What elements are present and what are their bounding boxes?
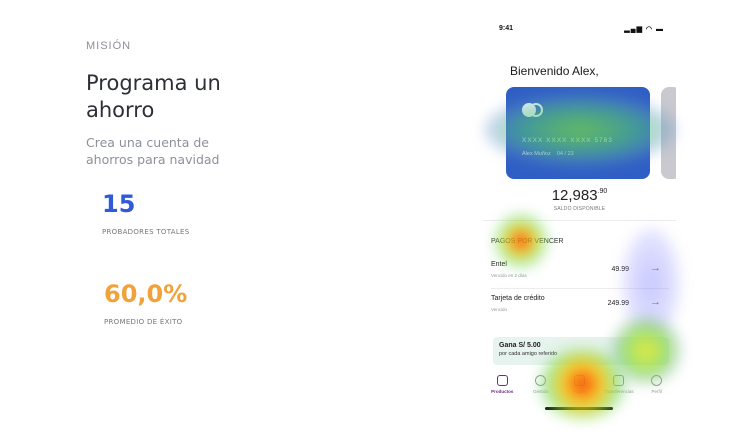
clock-icon: [535, 375, 547, 386]
mission-panel: MISIÓN Programa un ahorro Crea una cuent…: [86, 40, 306, 168]
payments-icon: [573, 375, 585, 386]
bill-name: Tarjeta de crédito: [491, 295, 545, 302]
mission-description-line-2: ahorros para navidad: [86, 152, 220, 167]
balance-amount: 12,983: [551, 187, 598, 204]
stat-success-rate: 60,0% PROMEDIO DE ÉXITO: [104, 280, 187, 326]
home-indicator: [545, 407, 613, 410]
divider: [483, 220, 676, 221]
mission-title-line-1: Programa un: [86, 71, 221, 95]
stat-label: PROMEDIO DE ÉXITO: [104, 318, 183, 326]
greeting-text: Bienvenido Alex,: [510, 64, 599, 78]
tab-payments[interactable]: Pagos: [565, 373, 593, 403]
card-number: XXXX XXXX XXXX 5783: [522, 137, 613, 144]
mission-label: MISIÓN: [86, 40, 132, 52]
tab-products[interactable]: Productos: [488, 373, 516, 403]
bill-status: Vencido: [491, 307, 508, 312]
next-card-peek[interactable]: [661, 87, 676, 179]
stat-value: 15: [102, 190, 136, 218]
products-icon: [496, 375, 508, 386]
referral-subtitle: por cada amigo referido: [499, 351, 558, 357]
tab-transfers[interactable]: Transferencias: [604, 373, 634, 403]
bill-amount: 249.99: [607, 300, 629, 307]
tab-label: Gestión: [533, 389, 549, 394]
bank-card[interactable]: XXXX XXXX XXXX 5783 Alex Muñoz 04 / 23: [506, 87, 650, 179]
card-holder: Alex Muñoz 04 / 23: [522, 151, 574, 157]
divider: [491, 288, 669, 289]
bill-amount: 49.99: [611, 266, 629, 273]
bill-row-credit-card[interactable]: Tarjeta de crédito Vencido 249.99 →: [491, 295, 669, 321]
balance-cents: .90: [597, 188, 608, 195]
mission-description: Crea una cuenta de ahorros para navidad: [86, 134, 306, 168]
arrow-right-icon[interactable]: →: [650, 262, 661, 274]
tab-label: Transferencias: [604, 389, 634, 394]
phone-screenshot: 9:41 ▂▄▆ ◠ ▬ Bienvenido Alex, XXXX XXXX …: [483, 15, 676, 415]
referral-banner[interactable]: Gana S/ 5.00 por cada amigo referido: [493, 337, 669, 365]
balance: 12,983.90 SALDO DISPONIBLE: [483, 187, 676, 212]
section-title: PAGOS POR VENCER: [491, 238, 564, 245]
card-expiry: 04 / 23: [556, 151, 574, 157]
card-holder-name: Alex Muñoz: [522, 151, 551, 157]
status-bar: 9:41 ▂▄▆ ◠ ▬: [499, 25, 664, 37]
card-brand-icon: [522, 103, 544, 117]
stat-total-testers: 15 PROBADORES TOTALES: [102, 190, 190, 236]
signal-wifi-battery-icon: ▂▄▆ ◠ ▬: [624, 26, 664, 33]
transfer-icon: [612, 375, 624, 386]
status-time: 9:41: [499, 25, 514, 32]
bill-status: Vencido en 2 días: [491, 273, 527, 278]
tab-label: Perfil: [651, 389, 662, 394]
balance-value: 12,983.90: [483, 187, 676, 204]
tab-label: Productos: [491, 389, 514, 394]
stat-label: PROBADORES TOTALES: [102, 228, 190, 236]
tab-profile[interactable]: Perfil: [643, 373, 671, 403]
referral-title: Gana S/ 5.00: [499, 342, 541, 349]
profile-icon: [651, 375, 663, 386]
bill-row-entel[interactable]: Entel Vencido en 2 días 49.99 →: [491, 261, 669, 287]
stat-value: 60,0%: [104, 280, 188, 308]
tab-bar: Productos Gestión Pagos Transferencias P…: [483, 373, 676, 403]
tab-management[interactable]: Gestión: [527, 373, 555, 403]
bill-name: Entel: [491, 261, 507, 268]
mission-title-line-2: ahorro: [86, 98, 155, 122]
mission-title: Programa un ahorro: [86, 70, 306, 124]
mission-description-line-1: Crea una cuenta de: [86, 135, 209, 150]
balance-label: SALDO DISPONIBLE: [553, 206, 606, 212]
arrow-right-icon[interactable]: →: [650, 296, 661, 308]
tab-label: Pagos: [573, 389, 586, 394]
